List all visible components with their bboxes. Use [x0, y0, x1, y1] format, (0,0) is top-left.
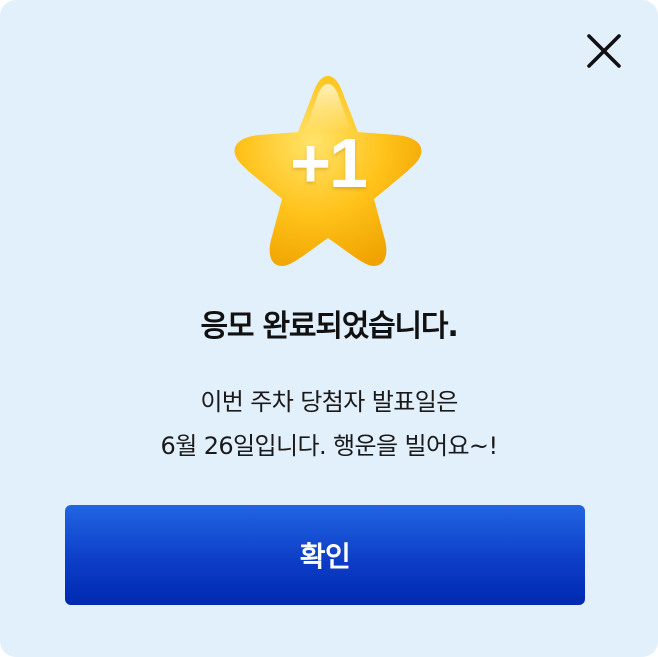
confirm-button[interactable]: 확인 [65, 505, 585, 605]
confirm-button-label: 확인 [299, 540, 351, 573]
close-icon [587, 34, 621, 68]
modal-description: 이번 주차 당첨자 발표일은 6월 26일입니다. 행운을 빌어요~! [0, 380, 658, 468]
star-badge: +1 [217, 66, 439, 276]
close-button[interactable] [583, 30, 625, 72]
description-line-2: 6월 26일입니다. 행운을 빌어요~! [160, 432, 499, 460]
star-badge-label: +1 [290, 124, 368, 202]
modal-title: 응모 완료되었습니다. [200, 309, 458, 344]
description-line-1: 이번 주차 당첨자 발표일은 [200, 388, 458, 416]
entry-complete-modal: +1 응모 완료되었습니다. 이번 주차 당첨자 발표일은 6월 26일입니다.… [0, 0, 658, 657]
